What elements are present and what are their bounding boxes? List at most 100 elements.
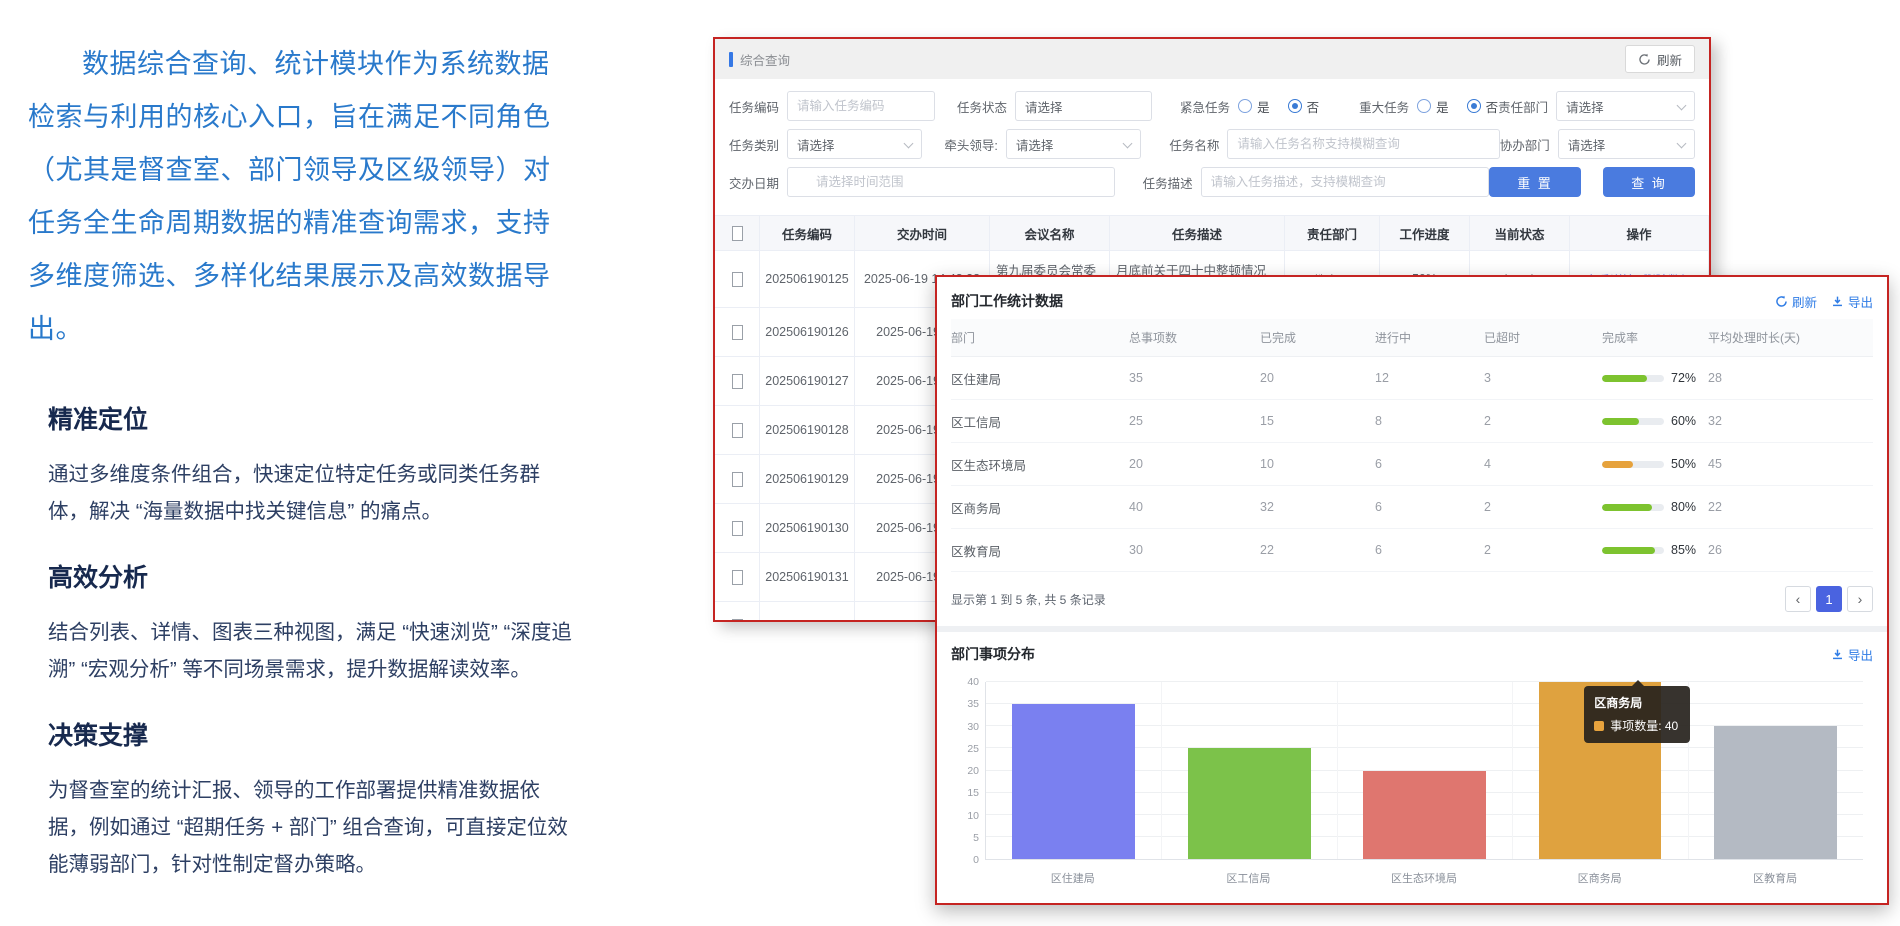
section-efficient-analysis: 高效分析 结合列表、详情、图表三种视图，满足 “快速浏览” “深度追溯” “宏观… (48, 558, 573, 688)
row-checkbox-cell[interactable] (715, 504, 760, 552)
refresh-button[interactable]: 刷新 (1625, 45, 1695, 73)
urgent-task-label: 紧急任务 (1180, 97, 1230, 116)
radio-icon-checked (1288, 99, 1302, 113)
total-items-cell: 30 (1129, 543, 1260, 557)
major-no-radio[interactable]: 否 (1467, 97, 1499, 116)
bar-区工信局[interactable] (1188, 748, 1311, 859)
major-task-label: 重大任务 (1359, 97, 1409, 116)
download-icon (1831, 295, 1844, 308)
radio-icon-checked (1467, 99, 1481, 113)
progress-bar-fill (1602, 461, 1633, 468)
stats-row[interactable]: 区工信局25158260%32 (951, 400, 1873, 443)
task-code-cell: 202506190131 (760, 553, 855, 601)
stats-header-row: 部门 总事项数 已完成 进行中 已超时 完成率 平均处理时长(天) (951, 319, 1873, 357)
y-axis-tick-label: 15 (951, 787, 979, 799)
avg-duration-cell: 45 (1708, 457, 1873, 471)
urgent-yes-radio[interactable]: 是 (1238, 97, 1270, 116)
pagination: 显示第 1 到 5 条, 共 5 条记录 ‹ 1 › (937, 572, 1887, 626)
assign-date-input[interactable] (787, 167, 1115, 197)
row-checkbox-cell[interactable] (715, 455, 760, 503)
stats-table: 部门 总事项数 已完成 进行中 已超时 完成率 平均处理时长(天) 区住建局35… (937, 319, 1887, 572)
reset-button[interactable]: 重 置 (1489, 167, 1581, 197)
stats-refresh-button[interactable]: 刷新 (1775, 292, 1817, 311)
section-title: 高效分析 (48, 558, 573, 594)
x-axis-tick-label: 区工信局 (1161, 870, 1337, 886)
completion-rate-cell: 85% (1602, 543, 1708, 557)
avg-duration-cell: 32 (1708, 414, 1873, 428)
in-progress-cell: 8 (1375, 414, 1484, 428)
checkbox-icon (732, 570, 743, 585)
checkbox-icon (732, 325, 743, 340)
in-progress-cell: 6 (1375, 500, 1484, 514)
next-page-button[interactable]: › (1847, 586, 1873, 612)
dept-name-cell: 区教育局 (951, 541, 1129, 560)
chevron-down-icon (904, 139, 914, 149)
stats-row[interactable]: 区住建局352012372%28 (951, 357, 1873, 400)
chart-export-button[interactable]: 导出 (1831, 645, 1873, 664)
task-code-cell: 202506190129 (760, 455, 855, 503)
bar-区住建局[interactable] (1012, 704, 1135, 859)
progress-bar-fill (1602, 547, 1655, 554)
page-1-button[interactable]: 1 (1816, 586, 1842, 612)
progress-percent: 72% (1671, 371, 1696, 385)
resp-dept-select[interactable]: 请选择 (1556, 91, 1695, 121)
major-yes-radio[interactable]: 是 (1417, 97, 1449, 116)
row-checkbox-cell[interactable] (715, 553, 760, 601)
total-items-cell: 35 (1129, 371, 1260, 385)
lead-leader-select[interactable]: 请选择 (1006, 129, 1141, 159)
progress-bar-track (1602, 461, 1664, 468)
progress-bar-track (1602, 504, 1664, 511)
avg-duration-cell: 26 (1708, 543, 1873, 557)
task-code-input[interactable] (787, 91, 935, 121)
progress-percent: 80% (1671, 500, 1696, 514)
stats-export-button[interactable]: 导出 (1831, 292, 1873, 311)
row-checkbox-cell[interactable] (715, 251, 760, 307)
task-desc-input[interactable] (1201, 167, 1489, 197)
x-axis-tick-label: 区住建局 (985, 870, 1161, 886)
overdue-cell: 2 (1484, 543, 1602, 557)
bar-区生态环境局[interactable] (1363, 771, 1486, 860)
x-axis-tick-label: 区教育局 (1687, 870, 1863, 886)
stats-row[interactable]: 区商务局40326280%22 (951, 486, 1873, 529)
row-checkbox-cell[interactable] (715, 406, 760, 454)
chart-x-labels: 区住建局区工信局区生态环境局区商务局区教育局 (985, 870, 1863, 886)
dept-bar-chart: 0510152025303540 区商务局 事项数量: 40 区住建局区工信局区… (951, 674, 1863, 892)
resp-dept-label: 责任部门 (1498, 97, 1548, 116)
done-cell: 32 (1260, 500, 1375, 514)
y-axis-tick-label: 10 (951, 810, 979, 822)
stats-row[interactable]: 区教育局30226285%26 (951, 529, 1873, 572)
row-checkbox-cell[interactable] (715, 357, 760, 405)
query-form: 任务编码 任务状态 请选择 紧急任务 是 否 重大任务 是 否 责任部门 (715, 79, 1709, 205)
checkbox-icon (732, 374, 743, 389)
section-precise-targeting: 精准定位 通过多维度条件组合，快速定位特定任务或同类任务群体，解决 “海量数据中… (48, 400, 573, 530)
task-code-cell: 202506190130 (760, 504, 855, 552)
download-icon (1831, 648, 1844, 661)
task-code-cell: 202506190132 (760, 602, 855, 622)
in-progress-cell: 12 (1375, 371, 1484, 385)
task-code-cell: 202506190128 (760, 406, 855, 454)
prev-page-button[interactable]: ‹ (1785, 586, 1811, 612)
row-checkbox-cell[interactable] (715, 308, 760, 356)
task-name-input[interactable] (1227, 129, 1499, 159)
checkbox-icon (732, 272, 743, 287)
done-cell: 15 (1260, 414, 1375, 428)
assist-dept-select[interactable]: 请选择 (1558, 129, 1695, 159)
x-axis-tick-label: 区商务局 (1512, 870, 1688, 886)
progress-bar-fill (1602, 504, 1652, 511)
bar-区教育局[interactable] (1714, 726, 1837, 859)
stats-row[interactable]: 区生态环境局20106450%45 (951, 443, 1873, 486)
progress-bar-fill (1602, 418, 1639, 425)
progress-percent: 85% (1671, 543, 1696, 557)
completion-rate-cell: 72% (1602, 371, 1708, 385)
task-status-select[interactable]: 请选择 (1015, 91, 1152, 121)
urgent-task-radios: 是 否 (1238, 97, 1319, 116)
intro-paragraph: 数据综合查询、统计模块作为系统数据检索与利用的核心入口，旨在满足不同角色（尤其是… (28, 38, 573, 356)
select-all-checkbox-cell[interactable] (715, 216, 760, 250)
task-code-cell: 202506190126 (760, 308, 855, 356)
search-button[interactable]: 查 询 (1603, 167, 1695, 197)
in-progress-cell: 6 (1375, 457, 1484, 471)
row-checkbox-cell[interactable] (715, 602, 760, 622)
lead-leader-label: 牵头领导: (944, 135, 997, 154)
task-type-select[interactable]: 请选择 (787, 129, 922, 159)
urgent-no-radio[interactable]: 否 (1288, 97, 1320, 116)
